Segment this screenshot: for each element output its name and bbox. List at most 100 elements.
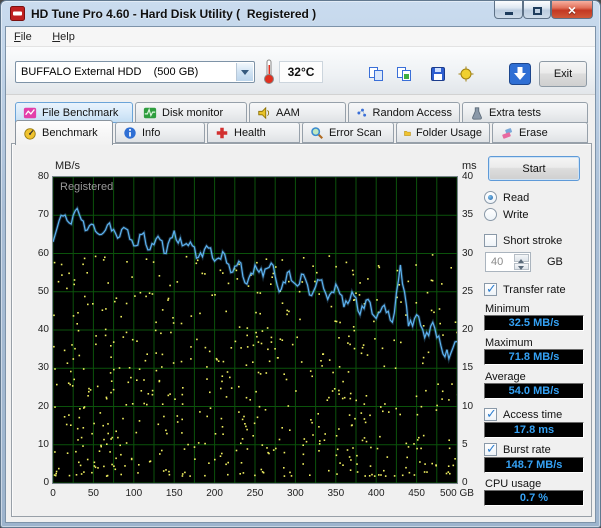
checkbox-unchecked-icon	[484, 234, 497, 247]
chevron-down-icon	[241, 70, 249, 79]
spinner-up-button[interactable]	[514, 254, 529, 263]
app-window: HD Tune Pro 4.60 - Hard Disk Utility ( R…	[0, 0, 601, 528]
drive-select-value: BUFFALO External HDD (500 GB)	[21, 66, 199, 78]
menu-bar: File Help	[6, 27, 595, 47]
right-axis-unit: ms	[462, 160, 477, 172]
folder-icon	[404, 130, 411, 136]
random-access-icon	[357, 108, 367, 117]
benchmark-chart	[52, 176, 458, 484]
copy-image-icon	[397, 67, 411, 81]
tab-health[interactable]: Health	[207, 122, 300, 143]
tab-label: Error Scan	[329, 126, 382, 139]
tab-label: AAM	[276, 106, 300, 119]
tab-label: Info	[142, 126, 161, 139]
checkbox-checked-icon	[484, 406, 497, 422]
start-button[interactable]: Start	[488, 156, 580, 181]
file-benchmark-icon	[23, 107, 37, 118]
tab-erase[interactable]: Erase	[492, 122, 588, 143]
save-button[interactable]	[425, 61, 451, 87]
tab-label: Erase	[519, 126, 548, 139]
spinner-buttons	[514, 254, 529, 270]
transfer-rate-checkbox[interactable]: Transfer rate	[484, 281, 566, 297]
close-button[interactable]: ×	[551, 1, 593, 19]
chart-plot	[53, 177, 457, 483]
tab-disk-monitor[interactable]: Disk monitor	[135, 102, 247, 123]
tab-extra-tests[interactable]: Extra tests	[462, 102, 588, 123]
access-time-value: 17.8 ms	[484, 422, 584, 438]
window-title: HD Tune Pro 4.60 - Hard Disk Utility ( R…	[31, 7, 317, 21]
spinner-value: 40	[491, 256, 504, 268]
info-icon	[124, 126, 136, 139]
minimum-value: 32.5 MB/s	[484, 315, 584, 331]
cpu-usage-label: CPU usage	[485, 478, 542, 490]
tab-aam[interactable]: AAM	[249, 102, 346, 123]
short-stroke-checkbox[interactable]: Short stroke	[484, 234, 562, 247]
app-icon	[10, 6, 25, 21]
maximize-button[interactable]	[523, 1, 551, 19]
maximum-value: 71.8 MB/s	[484, 349, 584, 365]
tab-error-scan[interactable]: Error Scan	[302, 122, 394, 143]
minimize-icon	[504, 11, 513, 15]
average-value: 54.0 MB/s	[484, 383, 584, 399]
copy-text-button[interactable]	[363, 61, 389, 87]
copy-image-button[interactable]	[391, 61, 417, 87]
capture-icon	[458, 66, 474, 82]
disk-monitor-icon	[143, 107, 157, 118]
menu-file[interactable]: File	[6, 28, 40, 46]
maximum-label: Maximum	[485, 337, 533, 349]
access-time-label: Access time	[503, 408, 563, 421]
temperature-value: 32°C	[279, 61, 323, 83]
short-stroke-spinner[interactable]: 40	[485, 252, 531, 272]
left-axis-unit: MB/s	[55, 160, 81, 172]
floppy-disk-icon	[431, 67, 445, 81]
download-arrow-icon	[509, 63, 531, 85]
close-icon: ×	[567, 1, 577, 18]
minimize-button[interactable]	[494, 1, 523, 19]
short-stroke-label: Short stroke	[503, 234, 563, 247]
write-radio[interactable]: Write	[484, 208, 528, 221]
burst-rate-value: 148.7 MB/s	[484, 457, 584, 473]
tab-info[interactable]: Info	[115, 122, 205, 143]
tab-label: Disk monitor	[162, 106, 224, 119]
transfer-rate-label: Transfer rate	[503, 283, 566, 296]
tab-label: Random Access	[372, 106, 452, 119]
health-cross-icon	[216, 127, 228, 138]
eraser-icon	[502, 127, 512, 139]
access-time-checkbox[interactable]: Access time	[484, 406, 563, 422]
thermometer-icon	[264, 59, 274, 84]
drive-select-dropdown-button[interactable]	[236, 63, 253, 81]
tab-label: Health	[234, 126, 266, 139]
tab-benchmark[interactable]: Benchmark	[15, 120, 113, 145]
speaker-icon	[258, 106, 270, 119]
average-label: Average	[485, 371, 526, 383]
read-radio[interactable]: Read	[484, 191, 529, 204]
update-button[interactable]	[507, 61, 533, 87]
checkbox-checked-icon	[484, 281, 497, 297]
burst-rate-label: Burst rate	[503, 443, 551, 456]
benchmark-gauge-icon	[24, 128, 36, 140]
magnifier-icon	[311, 126, 323, 139]
radio-unselected-icon	[484, 208, 497, 221]
read-label: Read	[503, 191, 530, 204]
radio-selected-icon	[484, 191, 497, 204]
exit-button[interactable]: Exit	[539, 61, 587, 87]
tab-label: File Benchmark	[42, 106, 119, 119]
registered-watermark: Registered	[60, 181, 114, 193]
tab-folder-usage[interactable]: Folder Usage	[396, 122, 490, 143]
tab-label: Extra tests	[489, 106, 541, 119]
minimum-label: Minimum	[485, 303, 530, 315]
copy-pages-icon	[369, 67, 383, 81]
gb-unit-label: GB	[547, 256, 563, 268]
tab-label: Folder Usage	[415, 126, 482, 139]
write-label: Write	[503, 208, 529, 221]
tab-label: Benchmark	[42, 127, 98, 139]
tab-random-access[interactable]: Random Access	[348, 102, 460, 123]
spinner-down-button[interactable]	[514, 262, 529, 270]
menu-help[interactable]: Help	[44, 28, 83, 46]
burst-rate-checkbox[interactable]: Burst rate	[484, 441, 551, 457]
checkbox-checked-icon	[484, 441, 497, 457]
cpu-usage-value: 0.7 %	[484, 490, 584, 506]
maximize-icon	[532, 6, 542, 15]
drive-select-combobox[interactable]: BUFFALO External HDD (500 GB)	[15, 61, 255, 83]
screenshot-button[interactable]	[453, 61, 479, 87]
